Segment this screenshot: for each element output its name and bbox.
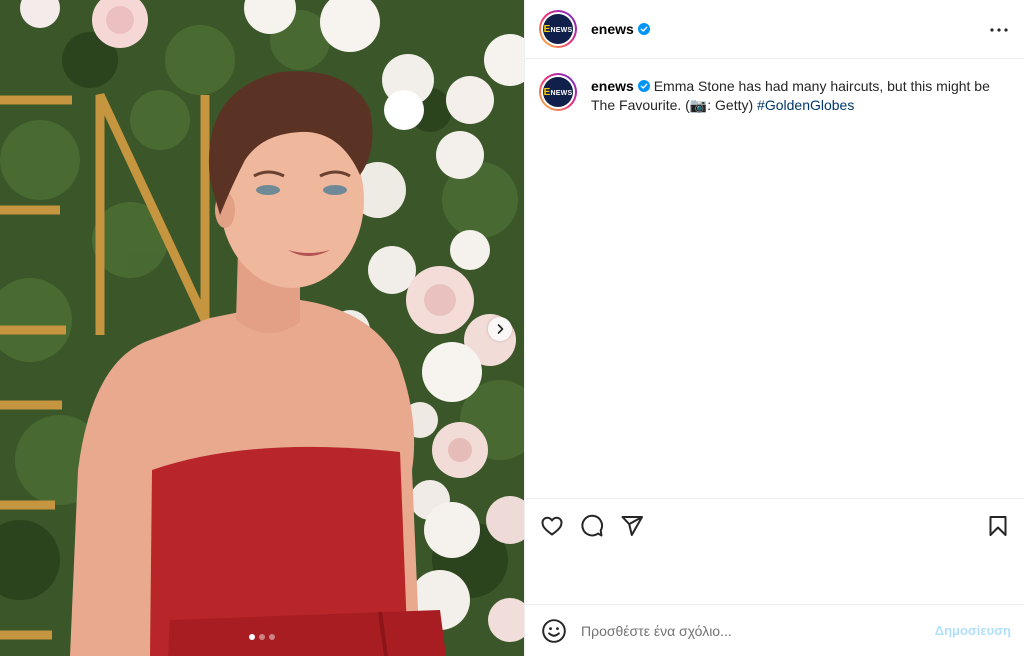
post-side-panel: ENEWS enews ENEWS enews Emma Stone has h… bbox=[524, 0, 1024, 656]
action-bar bbox=[525, 498, 1024, 550]
post-header: ENEWS enews bbox=[525, 0, 1024, 59]
avatar-ring: ENEWS bbox=[541, 12, 575, 46]
save-button[interactable] bbox=[985, 513, 1011, 539]
carousel-next-button[interactable] bbox=[488, 317, 512, 341]
caption-avatar[interactable]: ENEWS bbox=[539, 73, 577, 111]
post-media[interactable] bbox=[0, 0, 524, 656]
verified-badge-icon bbox=[637, 80, 650, 92]
carousel-dot bbox=[269, 634, 275, 640]
enews-logo: ENEWS bbox=[543, 14, 573, 44]
comment-icon bbox=[581, 514, 604, 537]
carousel-dot bbox=[249, 634, 255, 640]
like-button[interactable] bbox=[539, 513, 565, 539]
post-photo bbox=[0, 0, 524, 656]
comment-button[interactable] bbox=[579, 513, 605, 539]
more-options-button[interactable] bbox=[987, 18, 1011, 42]
instagram-post-dialog: ENEWS enews ENEWS enews Emma Stone has h… bbox=[0, 0, 1024, 656]
more-options-icon bbox=[990, 28, 1008, 32]
logo-text: ENEWS bbox=[543, 23, 573, 35]
hashtag-link[interactable]: #GoldenGlobes bbox=[757, 97, 854, 113]
carousel-indicator bbox=[0, 634, 524, 640]
caption-username[interactable]: enews bbox=[591, 78, 634, 94]
share-button[interactable] bbox=[619, 513, 645, 539]
carousel-dot bbox=[259, 634, 265, 640]
emoji-icon[interactable] bbox=[541, 618, 567, 644]
post-comment-button[interactable]: Δημοσίευση bbox=[935, 623, 1011, 638]
caption-text: enews Emma Stone has had many haircuts, … bbox=[591, 73, 1009, 115]
avatar-ring: ENEWS bbox=[541, 75, 575, 109]
heart-icon bbox=[541, 516, 563, 536]
bookmark-icon bbox=[989, 516, 1007, 536]
username[interactable]: enews bbox=[591, 21, 634, 37]
add-comment-bar: Δημοσίευση bbox=[525, 604, 1024, 656]
chevron-right-icon bbox=[497, 324, 504, 334]
logo-text: ENEWS bbox=[543, 86, 573, 98]
send-icon bbox=[621, 516, 643, 536]
post-caption: ENEWS enews Emma Stone has had many hair… bbox=[539, 73, 1009, 115]
enews-logo: ENEWS bbox=[543, 77, 573, 107]
verified-badge-icon bbox=[637, 23, 650, 35]
comment-input[interactable] bbox=[581, 622, 911, 639]
avatar[interactable]: ENEWS bbox=[539, 10, 577, 48]
